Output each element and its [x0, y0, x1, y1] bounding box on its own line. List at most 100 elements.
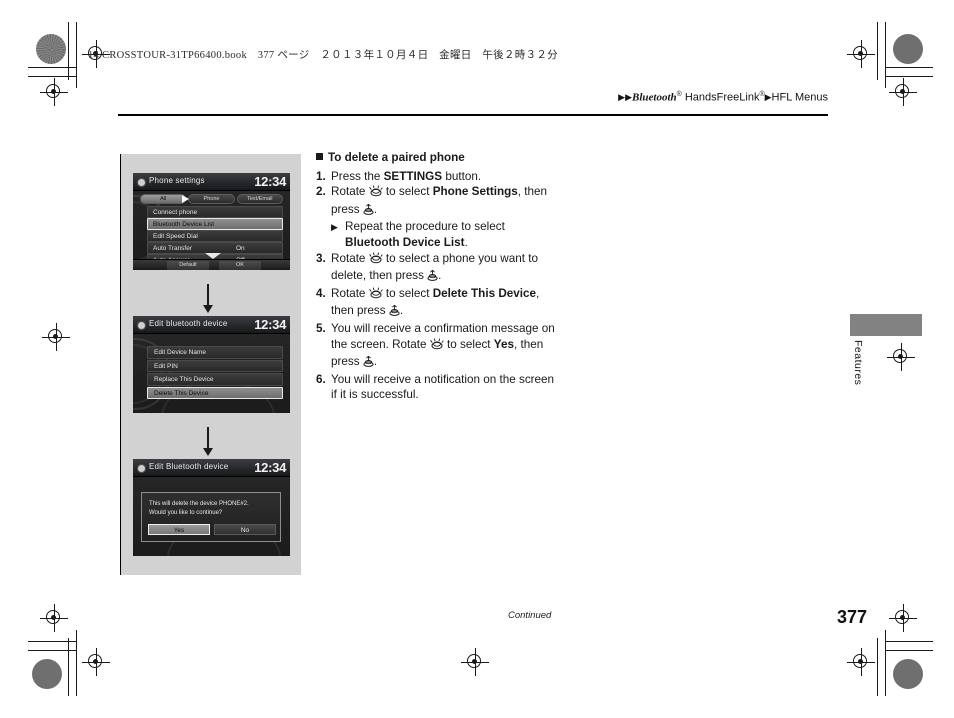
step-text: to select [382, 286, 433, 300]
running-head-brand: Bluetooth [632, 91, 677, 104]
screen3-title: Edit Bluetooth device [149, 462, 229, 471]
registration-mark-bottom-center [461, 648, 489, 676]
screen2-row-delete-this-device[interactable]: Delete This Device [147, 386, 283, 399]
screen1-tab-row: All Phone Text/Email [140, 194, 283, 204]
screen1-tab-all[interactable]: All [140, 194, 187, 204]
screen2-row-label: Replace This Device [154, 376, 214, 383]
emphasized-term: Bluetooth Device List [345, 235, 465, 249]
step-text: to select [443, 337, 494, 351]
screen1-row-bluetooth-device-list[interactable]: Bluetooth Device List [147, 218, 283, 230]
crop-line-top-left-v2 [76, 22, 78, 88]
step-body: Rotate to select Phone Settings, then pr… [331, 184, 562, 219]
crop-line-bottom-right-h2 [885, 650, 933, 652]
step-number: 2. [316, 185, 326, 199]
continued-label: Continued [508, 610, 552, 621]
screen1-row-label: Edit Speed Dial [153, 232, 198, 240]
registration-mark-bottom-right-inner [889, 604, 917, 632]
crop-line-bottom-left-h [28, 641, 76, 643]
registration-mark-right-middle [887, 343, 915, 371]
confirm-no-button[interactable]: No [214, 524, 276, 535]
screen2-menu-list: Edit Device Name Edit PIN Replace This D… [147, 346, 283, 400]
registration-mark-bottom-left [40, 604, 68, 632]
instruction-step: 3. Rotate to select a phone you want to d… [316, 251, 562, 286]
crop-line-top-left-h [28, 67, 76, 69]
substep-triangle-icon: ▶ [331, 222, 338, 233]
rotary-knob-icon [368, 287, 383, 304]
screen1-row-edit-speed-dial[interactable]: Edit Speed Dial [147, 230, 283, 242]
step-number: 3. [316, 251, 326, 265]
emphasized-term: SETTINGS [383, 169, 443, 183]
substep-body: Repeat the procedure to select Bluetooth… [345, 219, 562, 250]
step-text: . [438, 269, 442, 283]
screen-phone-settings: Phone settings 12:34 All Phone Text/Emai… [133, 173, 290, 270]
screen2-row-edit-pin[interactable]: Edit PIN [147, 359, 283, 372]
page-number: 377 [836, 607, 867, 627]
step-text: . [373, 202, 378, 216]
step-text: Repeat the procedure to select [345, 220, 505, 234]
instruction-step: 6. You will receive a notification on the… [316, 372, 562, 403]
registration-mark-bottom-left-inner [82, 648, 110, 676]
emphasized-term: Yes [493, 337, 514, 351]
gear-icon [138, 321, 145, 329]
screen2-row-label: Delete This Device [154, 389, 209, 397]
print-density-dot-top-left [36, 34, 66, 64]
confirmation-dialog-buttons: Yes No [148, 524, 276, 535]
confirmation-dialog-message: This will delete the device PHONE#2. Wou… [149, 500, 277, 518]
flow-arrow-2-icon [203, 427, 213, 456]
screen1-row-connect-phone[interactable]: Connect phone [147, 206, 283, 218]
step-body: Rotate to select a phone you want to del… [331, 251, 562, 286]
step-text: Rotate [331, 185, 369, 199]
step-number: 6. [316, 372, 326, 386]
screen1-tab-text-email[interactable]: Text/Email [236, 194, 283, 204]
enter-button-icon [427, 269, 438, 286]
running-head-lead-triangles: ▶▶ [618, 91, 632, 102]
crop-line-bottom-right-h [885, 641, 933, 643]
screen2-row-edit-device-name[interactable]: Edit Device Name [147, 346, 283, 359]
confirmation-line-2: Would you like to continue? [149, 510, 223, 516]
step-number: 1. [316, 169, 326, 183]
screen1-row-auto-transfer[interactable]: Auto Transfer On [147, 242, 283, 254]
step-body: You will receive a confirmation message … [331, 321, 562, 372]
screen1-default-button[interactable]: Default [167, 261, 209, 270]
screen1-title: Phone settings [149, 176, 205, 185]
running-head-section: HFL Menus [771, 91, 828, 104]
screen2-body: Edit Device Name Edit PIN Replace This D… [133, 334, 290, 413]
screen2-row-replace-this-device[interactable]: Replace This Device [147, 373, 283, 386]
confirmation-line-1: This will delete the device PHONE#2. [149, 501, 249, 507]
section-heading-text: To delete a paired phone [328, 151, 465, 164]
step-text: button. [442, 169, 482, 183]
registration-mark-top-right [847, 40, 875, 68]
confirmation-dialog: This will delete the device PHONE#2. Wou… [141, 492, 281, 542]
registration-mark-left-middle [42, 323, 70, 351]
step-text: Rotate [331, 251, 369, 265]
registered-mark-product: ® [759, 91, 765, 98]
step-body: Rotate to select Delete This Device, the… [331, 286, 562, 321]
step-text: to select [382, 185, 433, 199]
registration-mark-bottom-right [847, 648, 875, 676]
instruction-step: 2. Rotate to select Phone Settings, then … [316, 184, 562, 219]
screen1-row-label: Connect phone [153, 208, 198, 216]
print-density-dot-bottom-left [32, 659, 62, 689]
enter-button-icon [389, 304, 400, 321]
header-rule [118, 114, 828, 116]
step-body: Press the SETTINGS button. [331, 169, 562, 185]
running-head: ▶▶Bluetooth® HandsFreeLink®▶HFL Menus [618, 91, 828, 104]
crop-line-bottom-right-v [877, 638, 879, 696]
gear-icon [138, 464, 145, 472]
running-head-product: HandsFreeLink [681, 91, 760, 104]
rotary-knob-icon [368, 185, 383, 202]
screen1-tab-phone[interactable]: Phone [188, 194, 235, 204]
confirm-yes-button[interactable]: Yes [148, 524, 210, 535]
print-book-info: 14 CROSSTOUR-31TP66400.book 377 ページ ２０１３… [88, 50, 558, 61]
screen1-row-value: On [236, 244, 245, 252]
screen1-ok-button[interactable]: OK [219, 261, 261, 270]
print-density-dot-top-right [893, 34, 923, 64]
screen1-bottom-bar: Default OK [133, 259, 290, 270]
instruction-substep: ▶ Repeat the procedure to select Bluetoot… [331, 219, 562, 250]
enter-button-icon [363, 203, 374, 220]
section-heading: To delete a paired phone [316, 150, 562, 166]
crop-line-top-right-v2 [885, 22, 887, 88]
screen2-row-label: Edit PIN [154, 362, 178, 370]
step-text: Press the [331, 169, 384, 183]
side-tab-label: Features [852, 340, 864, 386]
